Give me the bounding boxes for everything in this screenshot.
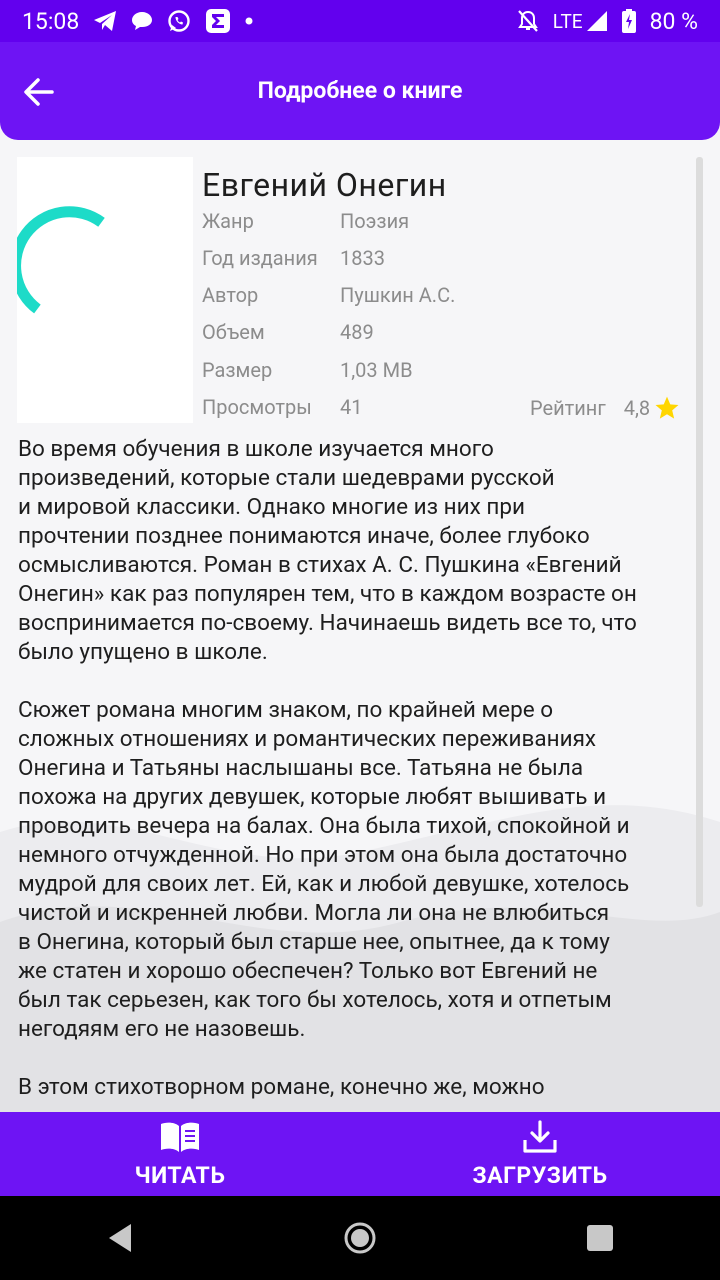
notification-dot-icon bbox=[245, 17, 253, 25]
meta-row-volume: Объем 489 bbox=[202, 320, 374, 344]
battery-percent: 80 % bbox=[649, 7, 698, 35]
network-type: LTE bbox=[552, 9, 583, 33]
meta-row-views: Просмотры 41 bbox=[202, 395, 362, 419]
meta-value: 1833 bbox=[340, 246, 385, 270]
status-time: 15:08 bbox=[22, 7, 80, 35]
page-title: Подробнее о книге bbox=[257, 77, 463, 104]
app-bar: Подробнее о книге bbox=[0, 42, 720, 140]
signal-icon bbox=[586, 11, 607, 31]
bottom-action-bar: ЧИТАТЬ ЗАГРУЗИТЬ bbox=[0, 1112, 720, 1196]
meta-label: Просмотры bbox=[202, 395, 312, 419]
status-left: 15:08 bbox=[22, 8, 253, 35]
scrollbar[interactable] bbox=[696, 157, 703, 907]
open-book-icon bbox=[161, 1122, 199, 1152]
sigma-app-icon bbox=[206, 9, 231, 33]
nav-home-icon bbox=[344, 1222, 376, 1254]
nav-recents-button[interactable] bbox=[570, 1208, 630, 1268]
status-bar: 15:08 LTE 80 % bbox=[0, 0, 720, 42]
book-details[interactable]: Евгений Онегин Жанр Поэзия Год издания 1… bbox=[0, 140, 720, 1112]
meta-row-author: Автор Пушкин А.С. bbox=[202, 283, 455, 307]
meta-value: Поэзия bbox=[340, 209, 410, 233]
rating-value: 4,8 bbox=[623, 396, 651, 420]
meta-value: 1,03 MB bbox=[340, 358, 413, 382]
read-button[interactable]: ЧИТАТЬ bbox=[0, 1112, 360, 1196]
meta-value: 41 bbox=[340, 395, 363, 419]
meta-label: Размер bbox=[202, 358, 273, 382]
meta-label: Год издания bbox=[202, 246, 318, 270]
meta-label: Объем bbox=[202, 320, 265, 344]
nav-recents-icon bbox=[587, 1225, 613, 1251]
rating-label: Рейтинг bbox=[530, 396, 606, 420]
meta-value: Пушкин А.С. bbox=[340, 283, 456, 307]
telegram-icon bbox=[94, 11, 117, 31]
download-icon bbox=[523, 1120, 557, 1153]
nav-back-icon bbox=[109, 1224, 131, 1252]
meta-label: Жанр bbox=[202, 209, 254, 233]
signal-group: LTE bbox=[553, 10, 608, 33]
download-button[interactable]: ЗАГРУЗИТЬ bbox=[360, 1112, 720, 1196]
book-title: Евгений Онегин bbox=[202, 166, 447, 204]
meta-row-size: Размер 1,03 MB bbox=[202, 358, 413, 382]
nav-home-button[interactable] bbox=[330, 1208, 390, 1268]
message-icon bbox=[132, 12, 153, 30]
notifications-off-icon bbox=[517, 10, 538, 32]
system-nav-bar bbox=[0, 1196, 720, 1280]
read-label: ЧИТАТЬ bbox=[134, 1162, 226, 1189]
meta-label: Автор bbox=[202, 283, 259, 307]
star-icon bbox=[655, 396, 679, 419]
book-description: Во время обучения в школе изучается мног… bbox=[18, 436, 637, 1100]
rating: Рейтинг 4,8 bbox=[530, 395, 680, 421]
whatsapp-icon bbox=[168, 10, 190, 32]
battery-charging-icon bbox=[621, 9, 636, 33]
nav-back-button[interactable] bbox=[90, 1208, 150, 1268]
loading-spinner bbox=[10, 206, 105, 314]
book-cover bbox=[10, 157, 193, 423]
status-right: LTE 80 % bbox=[517, 8, 698, 35]
meta-row-year: Год издания 1833 bbox=[202, 246, 385, 270]
meta-row-genre: Жанр Поэзия bbox=[202, 209, 409, 233]
download-label: ЗАГРУЗИТЬ bbox=[472, 1162, 608, 1189]
meta-value: 489 bbox=[340, 320, 374, 344]
